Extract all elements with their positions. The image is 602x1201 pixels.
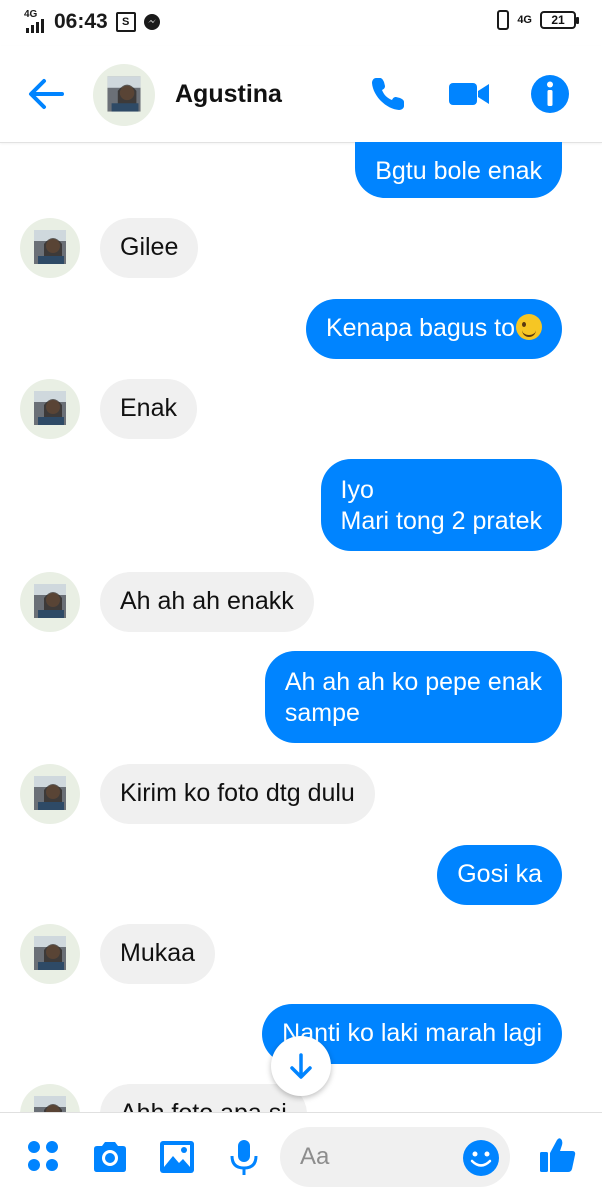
- camera-icon[interactable]: [90, 1137, 130, 1177]
- message-text: Gilee: [120, 233, 179, 261]
- outgoing-message[interactable]: Ah ah ah ko pepe enak sampe: [264, 651, 562, 743]
- winking-face-emoji-icon: [516, 314, 542, 340]
- message-composer: [0, 1112, 602, 1201]
- message-text: Ah ah ah enakk: [120, 587, 294, 615]
- contact-name[interactable]: Agustina: [175, 80, 282, 109]
- conversation-header: Agustina: [0, 46, 602, 143]
- outgoing-message[interactable]: Bgtu bole enak: [355, 142, 562, 198]
- contact-avatar[interactable]: [20, 764, 80, 824]
- incoming-message[interactable]: Kirim ko foto dtg dulu: [100, 764, 375, 824]
- back-arrow-icon[interactable]: [26, 76, 66, 112]
- message-text: Kirim ko foto dtg dulu: [120, 779, 355, 807]
- status-bar: 4G 06:43 S 4G 21: [0, 0, 602, 46]
- vibrate-icon: [497, 10, 510, 30]
- incoming-message[interactable]: Gilee: [100, 218, 199, 278]
- message-line: Ah ah ah ko pepe enak: [284, 668, 542, 696]
- outgoing-message[interactable]: Gosi ka: [437, 845, 562, 905]
- contact-avatar[interactable]: [93, 64, 155, 126]
- thumbs-up-icon[interactable]: [538, 1135, 578, 1175]
- screenshot-notification-icon: S: [115, 12, 136, 32]
- signal-icon: 4G: [24, 9, 46, 33]
- status-time: 06:43: [54, 10, 108, 33]
- scroll-to-bottom-button[interactable]: [271, 1036, 331, 1096]
- video-camera-icon[interactable]: [447, 72, 491, 116]
- arrow-down-icon: [290, 1053, 312, 1079]
- contact-avatar[interactable]: [20, 924, 80, 984]
- microphone-icon[interactable]: [224, 1137, 264, 1177]
- info-icon[interactable]: [528, 72, 572, 116]
- message-text: Ahh foto apa si: [120, 1099, 287, 1112]
- outgoing-message[interactable]: Iyo Mari tong 2 pratek: [320, 459, 562, 551]
- message-text: Mukaa: [120, 939, 196, 967]
- more-dots-icon[interactable]: [24, 1137, 64, 1177]
- message-line: Mari tong 2 pratek: [340, 507, 543, 535]
- emoji-icon[interactable]: [462, 1139, 500, 1177]
- network-type-label: 4G: [517, 14, 532, 26]
- battery-level: 21: [551, 13, 565, 27]
- phone-icon[interactable]: [366, 72, 410, 116]
- message-line: sampe: [284, 699, 360, 727]
- contact-avatar[interactable]: [20, 1084, 80, 1112]
- incoming-message[interactable]: Ah ah ah enakk: [100, 572, 314, 632]
- contact-avatar[interactable]: [20, 572, 80, 632]
- message-line: Iyo: [340, 476, 374, 504]
- incoming-message[interactable]: Mukaa: [100, 924, 216, 984]
- gallery-icon[interactable]: [157, 1137, 197, 1177]
- incoming-message[interactable]: Enak: [100, 379, 197, 439]
- message-list[interactable]: Bgtu bole enak Gilee Kenapa bagus to Ena…: [0, 142, 602, 1112]
- message-text: Gosi ka: [457, 860, 542, 888]
- battery-icon: 21: [540, 11, 579, 29]
- outgoing-message[interactable]: Kenapa bagus to: [305, 299, 562, 359]
- contact-avatar[interactable]: [20, 218, 80, 278]
- message-text: Kenapa bagus to: [325, 314, 515, 342]
- message-text: Bgtu bole enak: [375, 157, 542, 185]
- contact-avatar[interactable]: [20, 379, 80, 439]
- message-text: Enak: [120, 394, 177, 422]
- messenger-notification-icon: [143, 14, 160, 30]
